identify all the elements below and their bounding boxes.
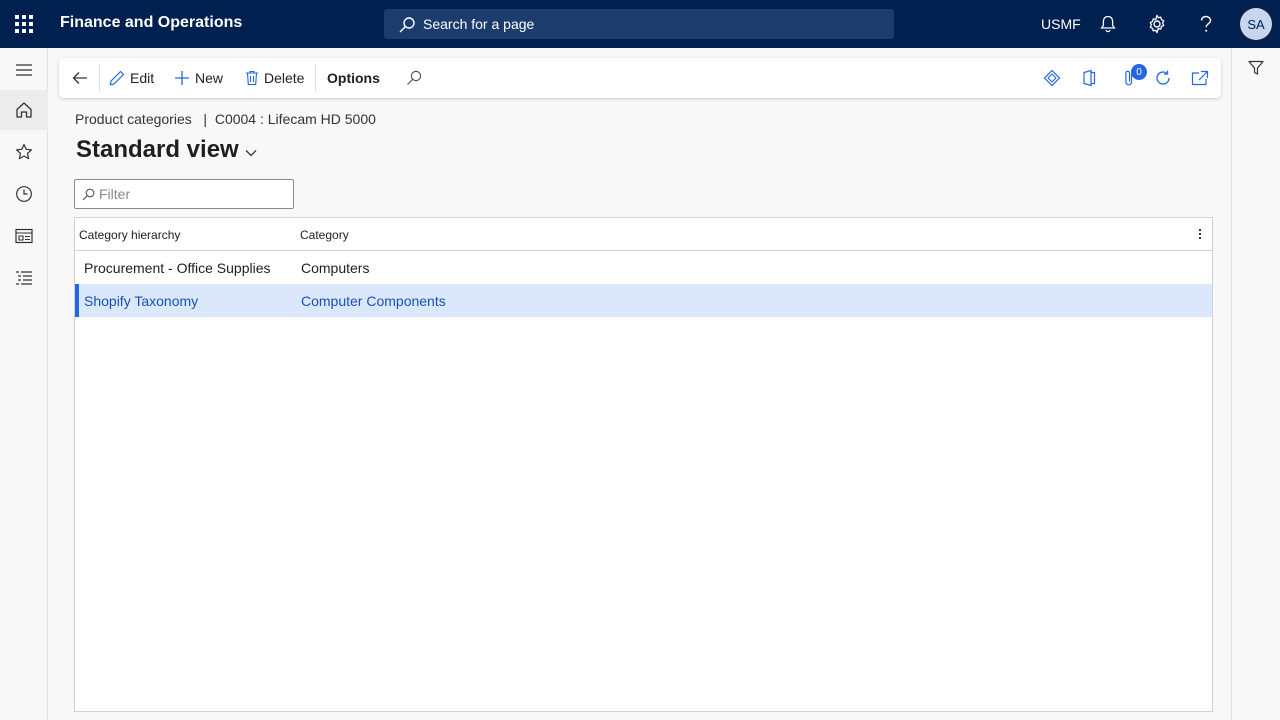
divider [99,64,100,92]
edit-button[interactable]: Edit [109,58,154,98]
breadcrumb: Product categories | C0004 : Lifecam HD … [75,111,376,127]
refresh-icon[interactable] [1151,66,1175,90]
workspaces-icon[interactable] [0,216,48,256]
cell-category-hierarchy: Procurement - Office Supplies [84,260,271,276]
new-button[interactable]: New [174,58,223,98]
divider [315,64,316,92]
filter-pane-icon[interactable] [1232,48,1280,88]
search-placeholder: Search for a page [423,16,535,32]
attachments-count-badge: 0 [1131,64,1147,80]
attachments-icon[interactable]: 0 [1117,64,1147,90]
grid-header: Category hierarchy Category [75,218,1212,251]
back-arrow-icon[interactable] [68,66,92,90]
options-tab[interactable]: Options [327,58,380,98]
office-icon[interactable] [1077,66,1101,90]
cell-category: Computers [301,260,370,276]
plus-icon [175,71,189,85]
search-icon [399,17,415,33]
delete-label: Delete [264,70,305,86]
cell-category-hierarchy[interactable]: Shopify Taxonomy [84,293,198,309]
new-label: New [195,70,224,86]
left-navigation [0,48,48,720]
page-search-box[interactable]: Search for a page [384,9,894,39]
settings-gear-icon[interactable] [1145,12,1169,36]
user-avatar[interactable]: SA [1240,8,1272,40]
selection-indicator [75,284,79,317]
modules-list-icon[interactable] [0,258,48,298]
notifications-bell-icon[interactable] [1096,12,1120,36]
action-pane: Edit New Delete Options 0 [59,58,1221,98]
table-row[interactable]: Procurement - Office Supplies Computers [75,251,1212,284]
column-header-category-hierarchy[interactable]: Category hierarchy [79,228,180,242]
search-actions-icon[interactable] [402,66,426,90]
right-pane [1231,48,1280,720]
breadcrumb-separator: | [203,111,208,127]
app-title[interactable]: Finance and Operations [60,14,242,32]
filter-search-icon [82,188,95,201]
chevron-down-icon [245,150,257,157]
hamburger-menu-icon[interactable] [0,50,48,90]
power-apps-icon[interactable] [1040,66,1064,90]
filter-input[interactable] [99,184,289,204]
trash-icon [246,70,258,86]
favorites-star-icon[interactable] [0,132,48,172]
category-grid: Category hierarchy Category Procurement … [74,217,1213,712]
column-header-category[interactable]: Category [300,228,349,242]
delete-button[interactable]: Delete [245,58,304,98]
breadcrumb-current: C0004 : Lifecam HD 5000 [214,111,376,127]
more-options-icon[interactable] [1192,224,1208,244]
page-title: Standard view [76,136,239,163]
home-icon[interactable] [0,90,48,130]
top-nav-bar: Finance and Operations Search for a page… [0,0,1280,48]
company-selector[interactable]: USMF [1041,16,1081,32]
edit-label: Edit [130,70,155,86]
app-launcher-icon[interactable] [12,12,36,36]
cell-category[interactable]: Computer Components [301,293,446,309]
help-icon[interactable] [1194,12,1218,36]
breadcrumb-parent-link[interactable]: Product categories [75,111,192,127]
filter-box [74,179,294,209]
table-row-selected[interactable]: Shopify Taxonomy Computer Components [75,284,1212,317]
pencil-icon [109,70,125,86]
open-in-new-window-icon[interactable] [1188,66,1212,90]
view-selector[interactable]: Standard view [76,136,257,164]
recent-clock-icon[interactable] [0,174,48,214]
